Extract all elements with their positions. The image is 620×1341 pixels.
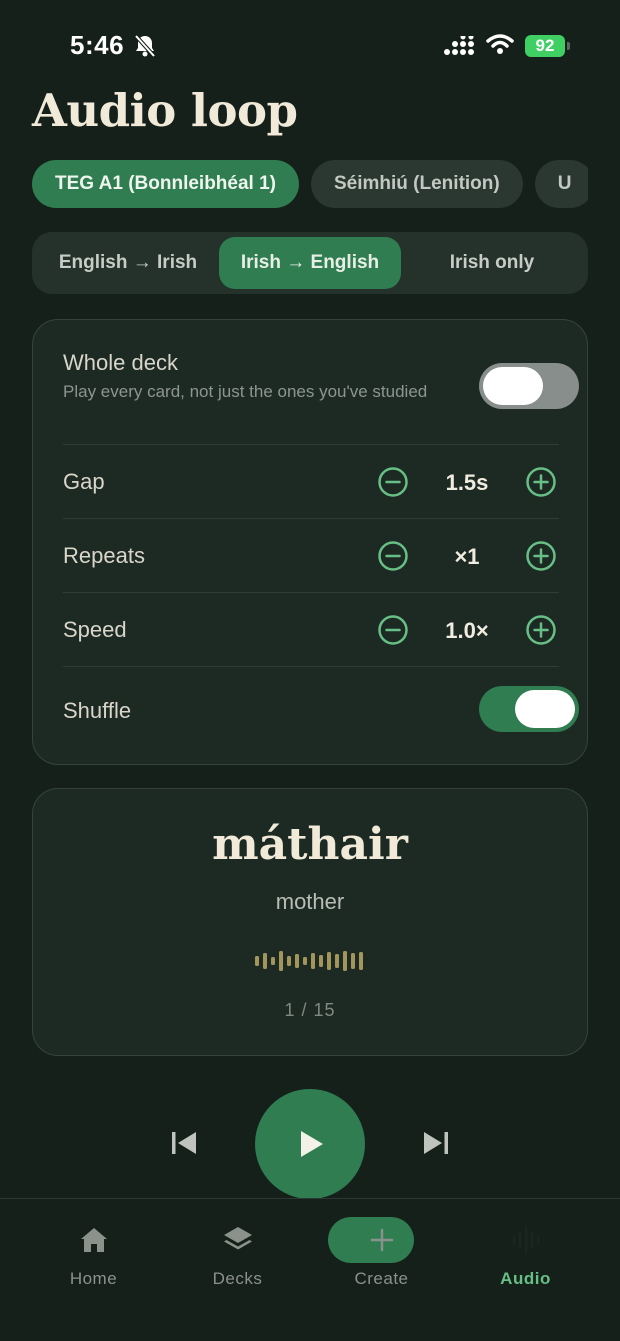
direction-segmented-control: English → Irish Irish → English Irish on… [32,232,588,294]
toggle-knob [515,690,575,728]
tab-bar: Home Decks Create Audio [0,1198,620,1341]
layers-icon [224,1227,252,1250]
speed-label: Speed [63,617,127,642]
whole-deck-description: Play every card, not just the ones you'v… [63,382,428,401]
waveform-icon [512,1226,540,1254]
speed-value: 1.0× [445,618,489,643]
deck-chip-list: TEG A1 (Bonnleibhéal 1) Séimhiú (Lenition… [32,160,588,208]
wifi-icon [486,33,514,60]
tab-create[interactable]: Create [304,1199,459,1299]
direction-irish-english[interactable]: Irish → English [219,237,401,289]
tab-label: Audio [500,1269,551,1288]
home-icon [81,1228,107,1252]
tab-audio[interactable]: Audio [448,1199,603,1299]
play-button[interactable] [255,1089,365,1199]
divider [63,592,559,593]
play-icon [301,1131,323,1157]
gap-decrease-icon[interactable] [378,467,408,497]
cellular-signal-icon [443,34,477,61]
current-card: máthair mother 1 / 15 [32,788,588,1056]
card-counter: 1 / 15 [284,1000,336,1020]
status-time: 5:46 [70,30,125,60]
card-word: máthair [212,819,408,870]
divider [63,518,559,519]
whole-deck-toggle[interactable] [479,363,579,409]
shuffle-toggle[interactable] [479,686,579,732]
repeats-label: Repeats [63,543,145,568]
plus-icon [370,1228,394,1252]
direction-english-irish[interactable]: English → Irish [37,237,219,289]
deck-chip-u[interactable]: U [534,160,588,208]
gap-label: Gap [63,469,105,494]
repeats-increase-icon[interactable] [526,541,556,571]
whole-deck-label: Whole deck [63,350,178,375]
waveform-icon [255,951,363,971]
page-title: Audio loop [32,84,298,137]
repeats-value: ×1 [454,544,480,569]
gap-increase-icon[interactable] [526,467,556,497]
battery-level: 92 [525,35,565,57]
toggle-knob [483,367,543,405]
tab-home[interactable]: Home [16,1199,171,1299]
shuffle-label: Shuffle [63,698,132,723]
deck-chip-teg-a1[interactable]: TEG A1 (Bonnleibhéal 1) [32,160,299,208]
tab-label: Decks [212,1269,263,1288]
speed-decrease-icon[interactable] [378,615,408,645]
settings-card: Whole deck Play every card, not just the… [32,319,588,765]
card-translation: mother [275,889,345,914]
status-bar: 5:46 92 [0,0,620,92]
repeats-decrease-icon[interactable] [378,541,408,571]
tab-label: Create [354,1269,409,1288]
gap-value: 1.5s [445,470,489,495]
bell-muted-icon [134,34,156,63]
divider [63,666,559,667]
deck-chip-seimhiu[interactable]: Séimhiú (Lenition) [311,160,523,208]
skip-previous-icon[interactable] [170,1129,198,1157]
divider [63,444,559,445]
tab-decks[interactable]: Decks [160,1199,315,1299]
direction-irish-only[interactable]: Irish only [401,237,583,289]
battery-icon [567,42,570,50]
speed-increase-icon[interactable] [526,615,556,645]
tab-label: Home [69,1269,118,1288]
skip-next-icon[interactable] [422,1129,450,1157]
